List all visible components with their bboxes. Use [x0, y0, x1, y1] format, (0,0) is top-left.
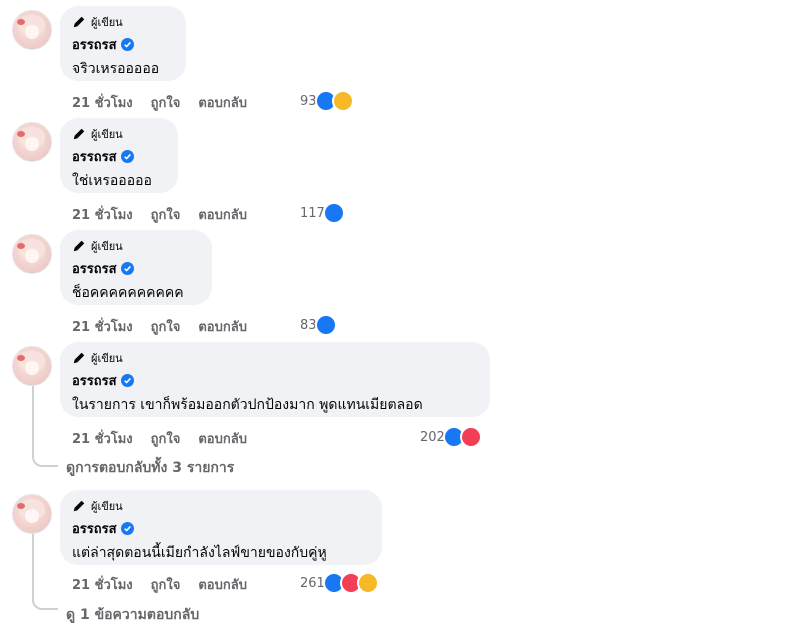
author-badge: ผู้เขียน [72, 498, 370, 514]
comment-bubble: ผู้เขียน อรรถรส ในรายการ เขาก็พร้อมออกตั… [60, 342, 490, 417]
comment-bubble: ผู้เขียน อรรถรส แต่ล่าสุดตอนนี้เมียกำลัง… [60, 490, 382, 565]
pencil-icon [73, 240, 85, 252]
author-badge: ผู้เขียน [72, 350, 478, 366]
reply-button[interactable]: ตอบกลับ [198, 428, 247, 449]
like-button[interactable]: ถูกใจ [151, 316, 181, 337]
comment-time[interactable]: 21 ชั่วโมง [72, 92, 133, 113]
reply-button[interactable]: ตอบกลับ [198, 204, 247, 225]
comment-actions: 21 ชั่วโมง ถูกใจ ตอบกลับ [72, 316, 265, 337]
verified-icon [120, 522, 134, 535]
commenter-name[interactable]: อรรถรส [72, 146, 117, 167]
reaction-count: 117 [300, 205, 325, 221]
reply-button[interactable]: ตอบกลับ [198, 574, 247, 595]
commenter-name[interactable]: อรรถรส [72, 258, 117, 279]
love-icon [459, 426, 482, 448]
author-badge-label: ผู้เขียน [91, 500, 123, 513]
author-badge-label: ผู้เขียน [91, 16, 123, 29]
comment-bubble: ผู้เขียน อรรถรส จริวเหรอออออ [60, 6, 186, 81]
comment-text: แต่ล่าสุดตอนนี้เมียกำลังไลฟ์ขายของกับคู่… [72, 545, 327, 561]
comment-time[interactable]: 21 ชั่วโมง [72, 316, 133, 337]
reaction-summary[interactable]: 83 [300, 314, 337, 336]
comment-text: จริวเหรอออออ [72, 61, 160, 77]
reaction-count: 261 [300, 575, 325, 591]
like-button[interactable]: ถูกใจ [151, 428, 181, 449]
comment-actions: 21 ชั่วโมง ถูกใจ ตอบกลับ [72, 204, 265, 225]
thread-line [32, 385, 34, 457]
like-button[interactable]: ถูกใจ [151, 92, 181, 113]
reaction-summary[interactable]: 117 [300, 202, 345, 224]
comment-actions: 21 ชั่วโมง ถูกใจ ตอบกลับ [72, 574, 265, 595]
comment-bubble: ผู้เขียน อรรถรส ใช่เหรอออออ [60, 118, 178, 193]
verified-icon [120, 38, 134, 51]
author-badge-label: ผู้เขียน [91, 240, 123, 253]
author-badge: ผู้เขียน [72, 238, 200, 254]
author-badge: ผู้เขียน [72, 126, 166, 142]
haha-icon [331, 90, 354, 112]
thread-line [32, 532, 34, 602]
verified-icon [120, 150, 134, 163]
avatar[interactable] [12, 234, 52, 274]
pencil-icon [73, 500, 85, 512]
comment-bubble: ผู้เขียน อรรถรส ช็อคคคคคคคคคค [60, 230, 212, 305]
pencil-icon [73, 128, 85, 140]
comment-actions: 21 ชั่วโมง ถูกใจ ตอบกลับ [72, 92, 265, 113]
view-replies-link[interactable]: ดู 1 ข้อความตอบกลับ [66, 604, 199, 626]
verified-icon [120, 262, 134, 275]
reaction-summary[interactable]: 93 [300, 90, 354, 112]
like-icon [314, 314, 337, 336]
commenter-name[interactable]: อรรถรส [72, 34, 117, 55]
avatar[interactable] [12, 122, 52, 162]
thread-connector [32, 455, 58, 467]
like-button[interactable]: ถูกใจ [151, 204, 181, 225]
comment-text: ช็อคคคคคคคคคค [72, 285, 184, 301]
comment-time[interactable]: 21 ชั่วโมง [72, 574, 133, 595]
pencil-icon [73, 352, 85, 364]
thread-connector [32, 598, 58, 610]
comment-time[interactable]: 21 ชั่วโมง [72, 204, 133, 225]
author-badge: ผู้เขียน [72, 14, 174, 30]
commenter-name[interactable]: อรรถรส [72, 518, 117, 539]
reaction-count: 202 [420, 429, 445, 445]
avatar[interactable] [12, 346, 52, 386]
avatar[interactable] [12, 494, 52, 534]
commenter-name[interactable]: อรรถรส [72, 370, 117, 391]
comment-actions: 21 ชั่วโมง ถูกใจ ตอบกลับ [72, 428, 265, 449]
like-icon [322, 202, 345, 224]
reply-button[interactable]: ตอบกลับ [198, 92, 247, 113]
pencil-icon [73, 16, 85, 28]
like-button[interactable]: ถูกใจ [151, 574, 181, 595]
reaction-summary[interactable]: 261 [300, 572, 379, 594]
comment-time[interactable]: 21 ชั่วโมง [72, 428, 133, 449]
care-icon [356, 572, 379, 594]
comment-text: ในรายการ เขาก็พร้อมออกตัวปกป้องมาก พูดแท… [72, 397, 423, 413]
author-badge-label: ผู้เขียน [91, 352, 123, 365]
reaction-summary[interactable]: 202 [420, 426, 482, 448]
view-replies-link[interactable]: ดูการตอบกลับทั้ง 3 รายการ [66, 457, 234, 479]
author-badge-label: ผู้เขียน [91, 128, 123, 141]
avatar[interactable] [12, 10, 52, 50]
verified-icon [120, 374, 134, 387]
comment-text: ใช่เหรอออออ [72, 173, 152, 189]
reply-button[interactable]: ตอบกลับ [198, 316, 247, 337]
